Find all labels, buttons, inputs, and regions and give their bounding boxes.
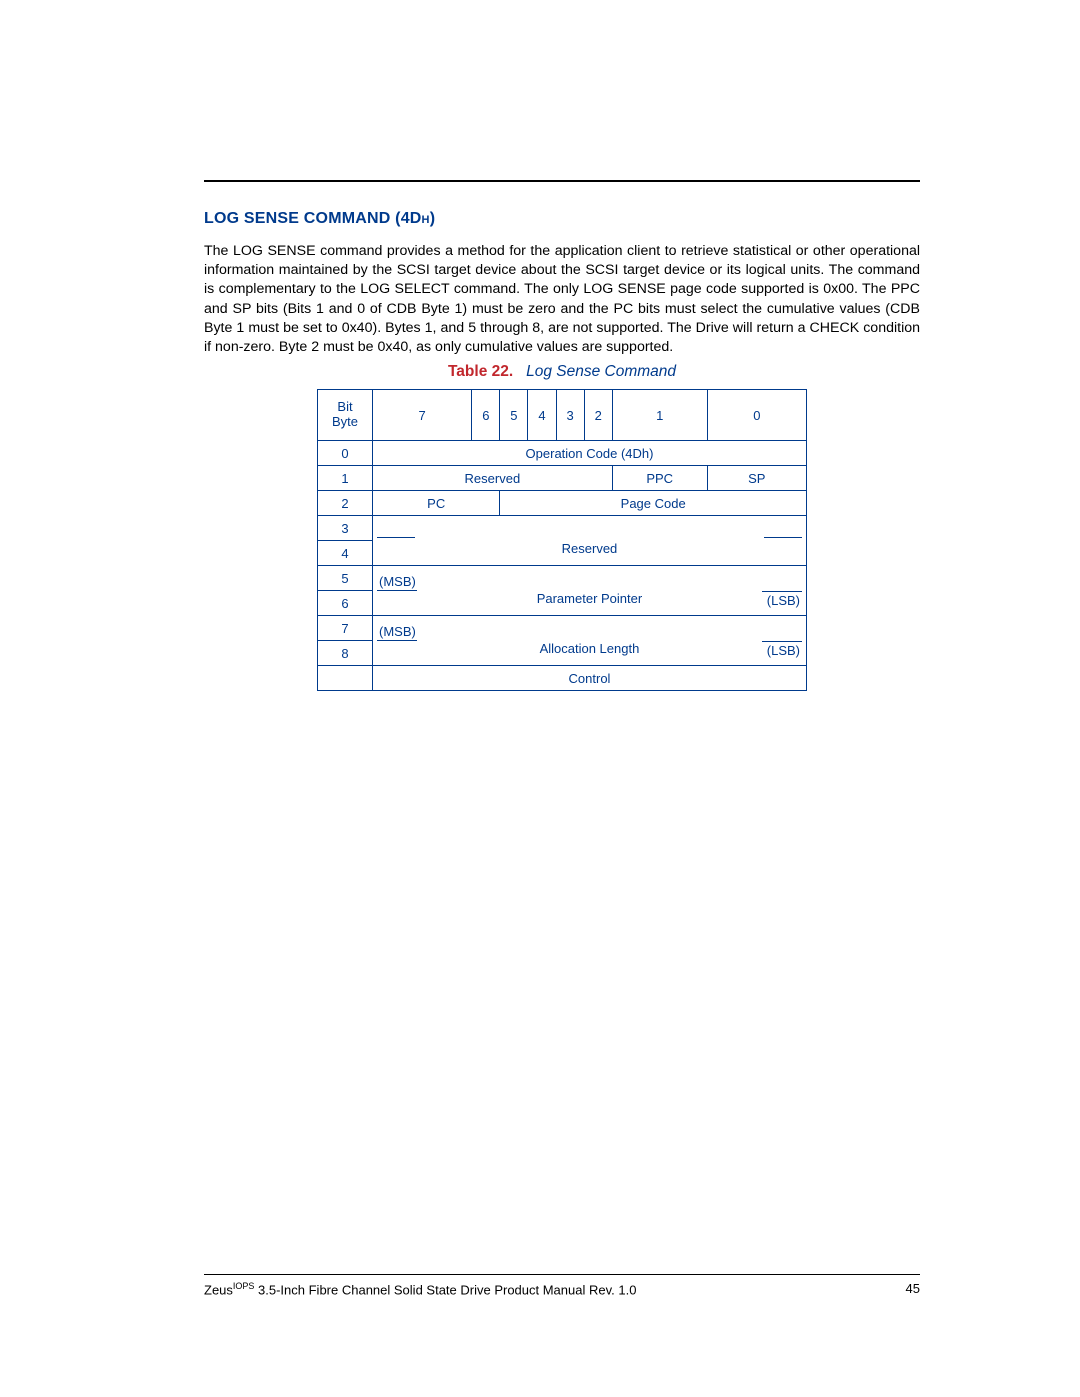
table-row: 8 Allocation Length (LSB) bbox=[318, 641, 807, 666]
cdb-table-wrap: Bit Byte 7 6 5 4 3 2 1 0 0 Operation Cod… bbox=[317, 389, 807, 691]
bit-label: Bit bbox=[337, 399, 352, 414]
byte-index: 6 bbox=[318, 591, 373, 616]
alloc-length-bottom-left bbox=[373, 641, 472, 666]
byte-index: 3 bbox=[318, 516, 373, 541]
reserved-bottom-right bbox=[707, 541, 806, 566]
table-row: 1 Reserved PPC SP bbox=[318, 466, 807, 491]
byte-index bbox=[318, 666, 373, 691]
byte-index: 2 bbox=[318, 491, 373, 516]
opcode-cell: Operation Code (4Dh) bbox=[373, 441, 807, 466]
param-pointer-label: Parameter Pointer bbox=[472, 591, 707, 616]
param-pointer-top-right bbox=[707, 566, 806, 591]
table-row: 5 (MSB) bbox=[318, 566, 807, 591]
cdb-table: Bit Byte 7 6 5 4 3 2 1 0 0 Operation Cod… bbox=[317, 389, 807, 691]
table-row: 3 bbox=[318, 516, 807, 541]
bit-col-6: 6 bbox=[472, 390, 500, 441]
param-pointer-span-top bbox=[472, 566, 707, 591]
bit-col-0: 0 bbox=[707, 390, 806, 441]
table-title: Log Sense Command bbox=[526, 363, 676, 380]
pagecode-cell: Page Code bbox=[500, 491, 807, 516]
lsb-cell: (LSB) bbox=[707, 591, 806, 616]
byte-index: 7 bbox=[318, 616, 373, 641]
lsb-cell: (LSB) bbox=[707, 641, 806, 666]
sp-cell: SP bbox=[707, 466, 806, 491]
bit-col-5: 5 bbox=[500, 390, 528, 441]
footer-product: ZeusIOPS 3.5-Inch Fibre Channel Solid St… bbox=[204, 1281, 636, 1297]
bit-col-4: 4 bbox=[528, 390, 556, 441]
byte-index: 8 bbox=[318, 641, 373, 666]
table-label: Table 22. bbox=[448, 363, 513, 380]
bit-col-2: 2 bbox=[584, 390, 612, 441]
bit-col-3: 3 bbox=[556, 390, 584, 441]
reserved-top-right bbox=[707, 516, 806, 541]
footer-rule bbox=[204, 1274, 920, 1275]
bit-byte-header: Bit Byte bbox=[318, 390, 373, 441]
page: LOG SENSE COMMAND (4Dh) The LOG SENSE co… bbox=[0, 0, 1080, 1397]
page-number: 45 bbox=[906, 1281, 920, 1297]
reserved-span-label: Reserved bbox=[472, 541, 707, 566]
pc-cell: PC bbox=[373, 491, 500, 516]
reserved-top-left bbox=[373, 516, 472, 541]
section-paragraph: The LOG SENSE command provides a method … bbox=[204, 242, 920, 357]
control-cell: Control bbox=[373, 666, 807, 691]
alloc-length-top-right bbox=[707, 616, 806, 641]
bit-col-7: 7 bbox=[373, 390, 472, 441]
byte-index: 4 bbox=[318, 541, 373, 566]
alloc-length-span-top bbox=[472, 616, 707, 641]
ppc-cell: PPC bbox=[612, 466, 707, 491]
byte-index: 5 bbox=[318, 566, 373, 591]
footer-sup: IOPS bbox=[233, 1281, 255, 1291]
page-footer: ZeusIOPS 3.5-Inch Fibre Channel Solid St… bbox=[204, 1274, 920, 1297]
reserved-cell: Reserved bbox=[373, 466, 613, 491]
footer-product-name: Zeus bbox=[204, 1282, 233, 1297]
byte-index: 0 bbox=[318, 441, 373, 466]
msb-cell: (MSB) bbox=[373, 566, 472, 591]
top-rule bbox=[204, 180, 920, 182]
byte-index: 1 bbox=[318, 466, 373, 491]
msb-cell: (MSB) bbox=[373, 616, 472, 641]
bit-col-1: 1 bbox=[612, 390, 707, 441]
table-row: Control bbox=[318, 666, 807, 691]
table-row: 7 (MSB) bbox=[318, 616, 807, 641]
byte-label: Byte bbox=[332, 414, 358, 429]
reserved-bottom-left bbox=[373, 541, 472, 566]
table-row: 0 Operation Code (4Dh) bbox=[318, 441, 807, 466]
param-pointer-bottom-left bbox=[373, 591, 472, 616]
section-heading: LOG SENSE COMMAND (4Dh) bbox=[204, 210, 920, 228]
table-caption: Table 22. Log Sense Command bbox=[204, 363, 920, 381]
table-row: 6 Parameter Pointer (LSB) bbox=[318, 591, 807, 616]
table-row: 4 Reserved bbox=[318, 541, 807, 566]
alloc-length-label: Allocation Length bbox=[472, 641, 707, 666]
reserved-span-top bbox=[472, 516, 707, 541]
table-row: Bit Byte 7 6 5 4 3 2 1 0 bbox=[318, 390, 807, 441]
footer-rest: 3.5-Inch Fibre Channel Solid State Drive… bbox=[254, 1282, 636, 1297]
table-row: 2 PC Page Code bbox=[318, 491, 807, 516]
